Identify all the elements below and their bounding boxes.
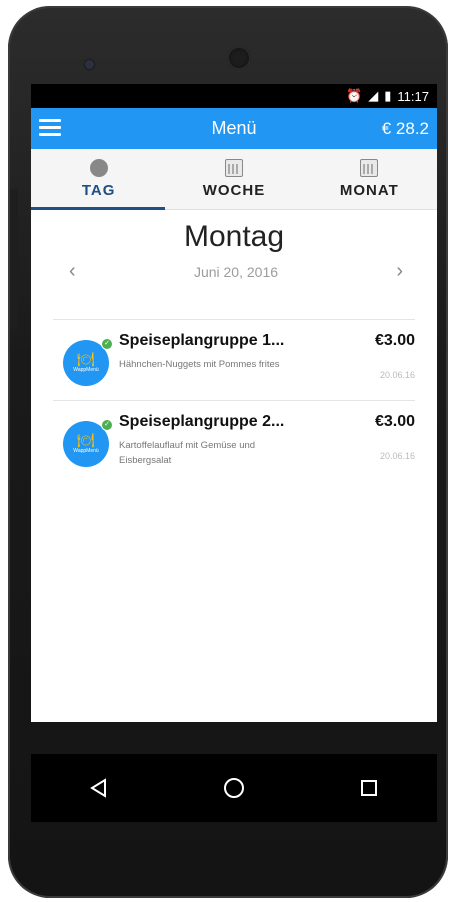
home-circle-icon[interactable] [214, 777, 254, 799]
item-name: Speiseplangruppe 1... [119, 332, 285, 349]
earpiece-speaker [227, 46, 251, 70]
tab-monat[interactable]: MONAT [302, 149, 437, 209]
logo-text: WappMenü [73, 448, 99, 454]
alarm-icon: ⏰ [346, 88, 363, 103]
status-time: 11:17 [397, 88, 429, 104]
date-navigator: ‹ Juni 20, 2016 › [31, 260, 437, 283]
tab-label: TAG [81, 182, 116, 199]
tab-label: MONAT [339, 182, 399, 199]
item-date: 20.06.16 [379, 451, 415, 461]
logo-text: WappMenü [73, 367, 99, 373]
chevron-right-icon[interactable]: › [396, 260, 403, 283]
list-item[interactable]: 🍽 WappMenü ✓ Speiseplangruppe 1... Hähnc… [53, 319, 415, 400]
back-triangle-icon[interactable] [79, 778, 119, 798]
item-description: Kartoffelauflauf mit Gemüse und Eisbergs… [119, 440, 256, 466]
period-tabs: TAG WOCHE MONAT [31, 149, 437, 210]
list-item[interactable]: 🍽 WappMenü ✓ Speiseplangruppe 2... Karto… [53, 400, 415, 481]
current-date: Juni 20, 2016 [193, 263, 279, 280]
plate-icon: 🍽 [77, 432, 95, 448]
calendar-icon [360, 159, 379, 177]
item-date: 20.06.16 [379, 370, 415, 380]
chevron-left-icon[interactable]: ‹ [69, 260, 76, 283]
front-camera [85, 60, 94, 69]
app-screen: ⏰ ◢ ▮ 11:17 Menü € 28.2 TAG WOCHE MONAT … [31, 84, 437, 722]
plate-icon: 🍽 [77, 351, 95, 367]
app-title: Menü [211, 118, 257, 138]
avatar: 🍽 WappMenü ✓ [63, 338, 113, 386]
check-icon: ✓ [101, 419, 113, 431]
avatar: 🍽 WappMenü ✓ [63, 419, 113, 467]
balance-label: € 28.2 [381, 118, 429, 138]
weekday-title: Montag [183, 220, 285, 253]
calendar-icon [224, 159, 243, 177]
item-description: Hähnchen-Nuggets mit Pommes frites [119, 359, 280, 370]
menu-list: 🍽 WappMenü ✓ Speiseplangruppe 1... Hähnc… [53, 319, 415, 481]
active-tab-indicator [31, 207, 165, 210]
gear-icon [89, 159, 108, 177]
item-price: €3.00 [374, 413, 415, 430]
check-icon: ✓ [101, 338, 113, 350]
system-nav-bar [31, 754, 437, 822]
recents-square-icon[interactable] [349, 779, 389, 797]
signal-icon: ◢ [368, 88, 379, 103]
tab-label: WOCHE [202, 182, 266, 199]
battery-icon: ▮ [384, 88, 392, 103]
status-bar: ⏰ ◢ ▮ 11:17 [31, 84, 437, 108]
tab-tag[interactable]: TAG [31, 149, 166, 209]
app-bar: Menü € 28.2 [31, 108, 437, 149]
side-button [10, 189, 18, 329]
tab-woche[interactable]: WOCHE [166, 149, 301, 209]
item-price: €3.00 [374, 332, 415, 349]
item-name: Speiseplangruppe 2... [119, 413, 285, 430]
